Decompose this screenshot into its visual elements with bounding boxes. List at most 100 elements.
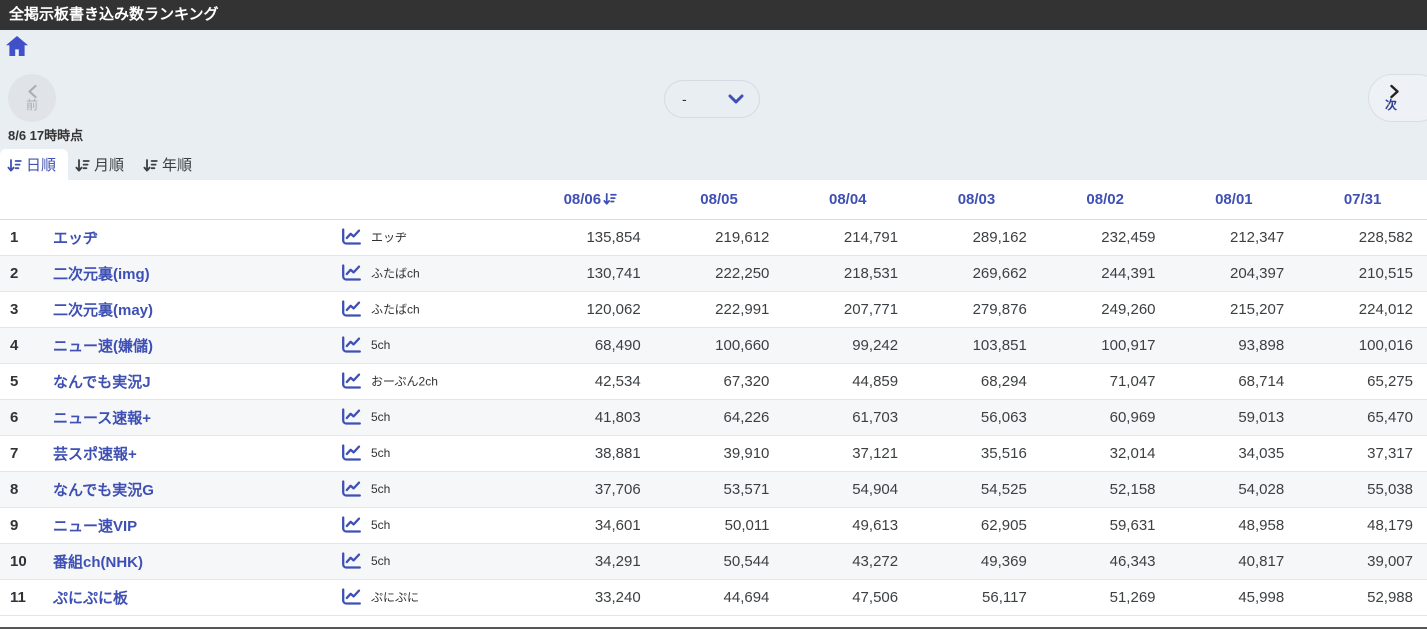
count-cell: 120,062 (586, 300, 641, 318)
count-cell: 42,534 (594, 372, 641, 390)
count-cell: 103,851 (972, 336, 1027, 354)
line-chart-icon[interactable] (341, 300, 362, 318)
board-link[interactable]: 番組ch(NHK) (53, 554, 143, 571)
rank-cell: 6 (10, 408, 19, 426)
line-chart-icon[interactable] (341, 372, 362, 390)
line-chart-icon[interactable] (341, 336, 362, 354)
tab-monthly[interactable]: 月順 (68, 149, 136, 180)
board-link[interactable]: 二次元裏(may) (53, 302, 153, 319)
board-link[interactable]: なんでも実況J (53, 374, 151, 391)
rank-cell: 1 (10, 228, 19, 246)
chevron-right-icon (1389, 84, 1400, 99)
line-chart-icon[interactable] (341, 264, 362, 282)
rank-cell: 7 (10, 444, 19, 462)
line-chart-icon[interactable] (341, 480, 362, 498)
source-label: 5ch (371, 554, 391, 569)
source-label: ぷにぷに (371, 590, 420, 605)
date-column-header[interactable]: 07/31 (1298, 180, 1427, 220)
board-link[interactable]: ぷにぷに板 (53, 590, 128, 607)
timestamp: 8/6 17時時点 (8, 128, 84, 143)
board-link[interactable]: ニュー速VIP (53, 518, 137, 535)
count-cell: 54,904 (852, 480, 899, 498)
count-cell: 55,038 (1367, 480, 1413, 498)
count-cell: 222,991 (715, 300, 770, 318)
board-link[interactable]: ニュー速(嫌儲) (53, 338, 153, 355)
table-row: 2 二次元裏(img) ふたばch 130,741 222,250 218,531 269,… (0, 255, 1427, 291)
table-row: 5 なんでも実況J おーぷん2ch 42,534 67,320 44,859 68,294 7… (0, 363, 1427, 399)
order-tabs: 日順 月順 年順 (0, 149, 204, 180)
period-dropdown[interactable]: - (664, 80, 760, 118)
count-cell: 279,876 (972, 300, 1027, 318)
board-link[interactable]: 芸スポ速報+ (53, 446, 137, 463)
source-cell: 5ch (340, 399, 526, 435)
board-link[interactable]: なんでも実況G (53, 482, 154, 499)
rank-cell: 5 (10, 372, 19, 390)
date-column-label: 08/06 (563, 190, 602, 208)
count-cell: 61,703 (852, 408, 899, 426)
count-cell: 46,343 (1109, 552, 1156, 570)
count-cell: 130,741 (586, 264, 641, 282)
board-name-cell: ニュー速VIP (52, 507, 340, 543)
date-column-header[interactable]: 08/03 (912, 180, 1041, 220)
count-cell: 52,158 (1109, 480, 1156, 498)
date-column-header[interactable]: 08/02 (1040, 180, 1170, 220)
board-link[interactable]: ニュース速報+ (53, 410, 151, 427)
count-cell: 249,260 (1101, 300, 1156, 318)
rank-cell: 8 (10, 480, 19, 498)
line-chart-icon[interactable] (341, 516, 362, 534)
count-cell: 48,958 (1238, 516, 1285, 534)
table-row: 4 ニュー速(嫌儲) 5ch 68,490 100,660 99,242 103,851 10… (0, 327, 1427, 363)
count-cell: 43,272 (852, 552, 899, 570)
count-cell: 38,881 (594, 444, 641, 462)
next-button[interactable]: 次 (1368, 74, 1427, 122)
date-column-header[interactable]: 08/04 (783, 180, 913, 220)
count-cell: 53,571 (723, 480, 770, 498)
home-icon[interactable] (5, 35, 29, 57)
line-chart-icon[interactable] (341, 552, 362, 570)
table-header-row: 08/06 08/05 08/04 08/03 08/02 08/01 07/31 (0, 180, 1427, 220)
board-link[interactable]: エッヂ (53, 230, 98, 247)
count-cell: 289,162 (972, 228, 1027, 246)
tab-daily[interactable]: 日順 (0, 149, 69, 180)
count-cell: 45,998 (1238, 588, 1285, 606)
count-cell: 64,226 (723, 408, 770, 426)
source-cell: 5ch (340, 507, 526, 543)
count-cell: 215,207 (1229, 300, 1285, 318)
table-row: 7 芸スポ速報+ 5ch 38,881 39,910 37,121 35,516 32,014… (0, 435, 1427, 471)
count-cell: 37,706 (594, 480, 641, 498)
count-cell: 68,714 (1238, 372, 1285, 390)
count-cell: 34,601 (594, 516, 641, 534)
tab-yearly[interactable]: 年順 (136, 149, 204, 180)
source-cell: ぷにぷに (340, 579, 526, 615)
line-chart-icon[interactable] (341, 228, 362, 246)
date-column-header[interactable]: 08/06 (526, 180, 655, 220)
line-chart-icon[interactable] (341, 408, 362, 426)
prev-button[interactable]: 前 (8, 74, 56, 122)
count-cell: 41,803 (594, 408, 641, 426)
count-cell: 135,854 (586, 228, 641, 246)
count-cell: 56,117 (982, 588, 1027, 606)
line-chart-icon[interactable] (341, 444, 362, 462)
board-column-header (52, 180, 340, 220)
count-cell: 54,525 (980, 480, 1027, 498)
source-column-header (340, 180, 526, 220)
date-column-label: 08/04 (828, 190, 867, 208)
tab-label: 日順 (26, 157, 57, 174)
rank-cell: 10 (10, 552, 27, 570)
count-cell: 50,544 (723, 552, 770, 570)
period-dropdown-value: - (682, 91, 687, 107)
table-row: 9 ニュー速VIP 5ch 34,601 50,011 49,613 62,905 59,63… (0, 507, 1427, 543)
count-cell: 56,063 (980, 408, 1027, 426)
line-chart-icon[interactable] (341, 588, 362, 606)
count-cell: 40,817 (1238, 552, 1285, 570)
source-cell: ふたばch (340, 255, 526, 291)
count-cell: 34,035 (1238, 444, 1285, 462)
date-column-header[interactable]: 08/05 (654, 180, 784, 220)
rank-cell: 3 (10, 300, 19, 318)
source-label: 5ch (371, 338, 391, 353)
sort-descending-icon (7, 158, 22, 173)
board-link[interactable]: 二次元裏(img) (53, 266, 150, 283)
table-row: 11 ぷにぷに板 ぷにぷに 33,240 44,694 47,506 56,117 51,26… (0, 579, 1427, 615)
count-cell: 35,516 (980, 444, 1027, 462)
date-column-header[interactable]: 08/01 (1169, 180, 1299, 220)
